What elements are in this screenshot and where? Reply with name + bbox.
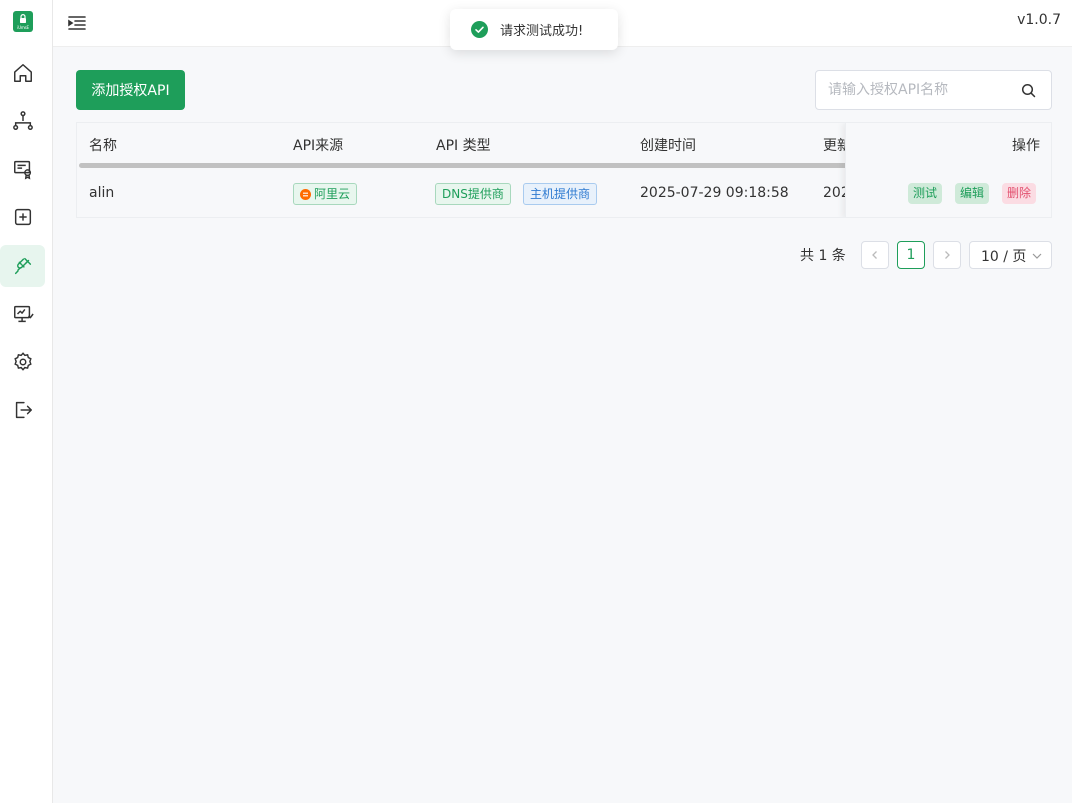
cell-name: alin [89, 185, 115, 201]
sidebar-item-home[interactable] [0, 52, 45, 94]
type-tag-host: 主机提供商 [523, 183, 598, 205]
column-header-actions: 操作 [1012, 138, 1040, 154]
logout-icon [15, 401, 32, 419]
chevron-down-icon [1032, 253, 1042, 259]
sitemap-icon [12, 111, 33, 130]
next-page-button[interactable] [933, 241, 961, 269]
certificate-icon [13, 160, 31, 180]
type-tag-dns: DNS提供商 [435, 183, 511, 205]
gear-icon [13, 352, 32, 371]
success-toast: 请求测试成功! [450, 9, 618, 50]
sidebar: iUmsE [0, 0, 53, 803]
sidebar-item-auth-api[interactable] [0, 245, 45, 287]
actions-cell: 测试 编辑 删除 [846, 169, 1051, 217]
logo-text: iUmsE [17, 25, 29, 30]
search-icon[interactable] [1021, 83, 1036, 98]
home-icon [13, 64, 32, 82]
pagination-total: 共 1 条 [800, 248, 846, 264]
sidebar-item-certificates[interactable] [0, 148, 45, 190]
horizontal-scrollbar[interactable] [79, 163, 929, 168]
page-size-select[interactable]: 10 / 页 [969, 241, 1052, 269]
cell-created: 2025-07-29 09:18:58 [640, 185, 789, 201]
actions-header: 操作 [846, 123, 1051, 169]
actions-column: 操作 测试 编辑 删除 [845, 123, 1051, 217]
source-tag-label: 阿里云 [314, 187, 351, 201]
source-tag: 阿里云 [293, 183, 358, 205]
sidebar-item-topology[interactable] [0, 100, 45, 142]
lock-icon [20, 14, 26, 23]
chevron-left-icon [872, 251, 877, 259]
test-button[interactable]: 测试 [908, 183, 943, 204]
chevron-right-icon [945, 251, 950, 259]
plug-icon [14, 257, 31, 275]
page-number-current[interactable]: 1 [897, 241, 925, 269]
aliyun-icon [300, 189, 311, 200]
sidebar-item-monitor[interactable] [0, 293, 45, 335]
delete-button[interactable]: 删除 [1002, 183, 1037, 204]
sidebar-item-logout[interactable] [0, 389, 45, 431]
add-square-icon [14, 208, 31, 226]
search-input[interactable] [828, 80, 1018, 100]
auth-api-table: 名称 API来源 API 类型 创建时间 更新 alin 阿里云 DNS提供商 … [76, 122, 1052, 218]
edit-button[interactable]: 编辑 [955, 183, 990, 204]
sidebar-item-settings[interactable] [0, 341, 45, 383]
app-logo[interactable]: iUmsE [13, 11, 33, 32]
prev-page-button[interactable] [861, 241, 889, 269]
menu-collapse-icon[interactable] [66, 12, 88, 34]
sidebar-item-add[interactable] [0, 196, 45, 238]
add-auth-api-button[interactable]: 添加授权API [76, 70, 185, 110]
toast-message: 请求测试成功! [500, 24, 584, 39]
app-version: v1.0.7 [1017, 12, 1061, 28]
monitor-icon [13, 305, 34, 323]
check-circle-icon [471, 21, 488, 38]
page-size-value: 10 / 页 [981, 249, 1027, 265]
search-box [815, 70, 1052, 110]
